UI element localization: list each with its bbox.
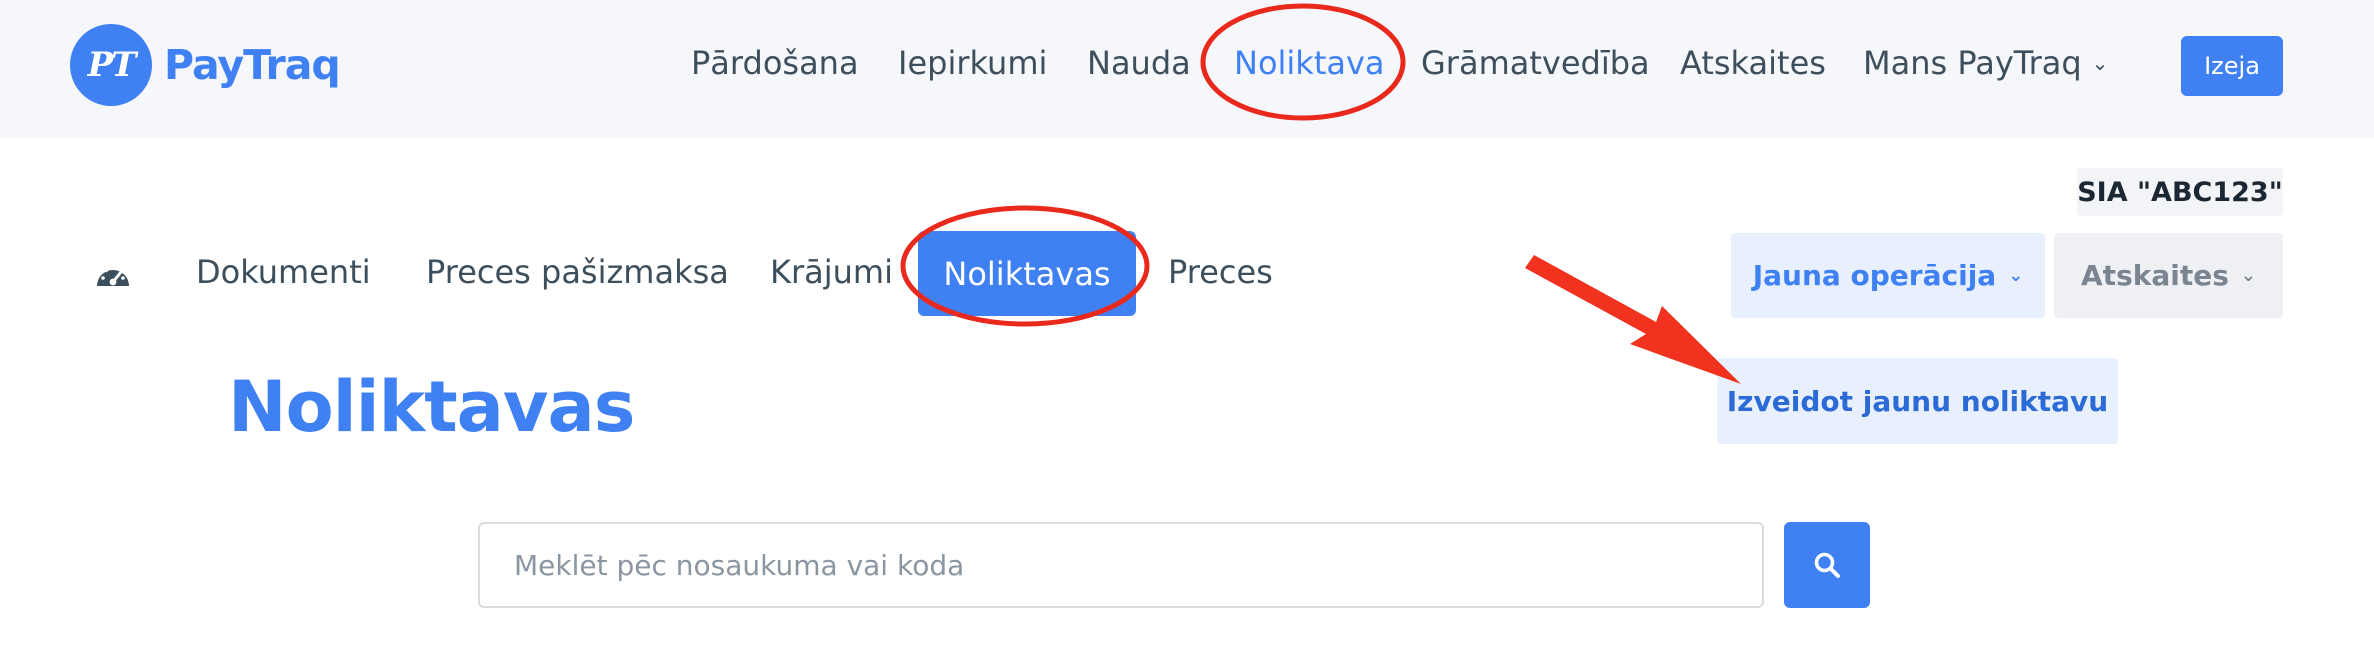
logo-mark: PT	[70, 24, 152, 106]
reports-label: Atskaites	[2081, 259, 2229, 292]
nav-item-nauda[interactable]: Nauda	[1087, 44, 1191, 82]
new-operation-label: Jauna operācija	[1752, 259, 1997, 292]
page: PT PayTraq Pārdošana Iepirkumi Nauda Nol…	[0, 0, 2374, 654]
create-warehouse-button[interactable]: Izveidot jaunu noliktavu	[1717, 358, 2118, 444]
page-title: Noliktavas	[228, 366, 635, 448]
subnav-item-preces-pasizmaksa[interactable]: Preces pašizmaksa	[426, 253, 729, 291]
annotation-arrow	[1525, 255, 1741, 384]
search-button[interactable]	[1784, 522, 1870, 608]
nav-item-atskaites[interactable]: Atskaites	[1680, 44, 1826, 82]
subnav-item-dokumenti[interactable]: Dokumenti	[196, 253, 371, 291]
search-icon	[1814, 552, 1840, 578]
reports-dropdown[interactable]: Atskaites ⌄	[2054, 233, 2283, 318]
company-badge: SIA "ABC123"	[2077, 168, 2283, 216]
subnav-item-preces[interactable]: Preces	[1168, 253, 1273, 291]
chevron-down-icon: ⌄	[2091, 51, 2109, 75]
top-navbar: PT PayTraq Pārdošana Iepirkumi Nauda Nol…	[0, 0, 2374, 138]
chevron-down-icon: ⌄	[2240, 265, 2256, 286]
nav-item-gramatvediba[interactable]: Grāmatvedība	[1421, 44, 1650, 82]
nav-item-iepirkumi[interactable]: Iepirkumi	[898, 44, 1047, 82]
exit-button[interactable]: Izeja	[2181, 36, 2283, 96]
nav-item-noliktava[interactable]: Noliktava	[1234, 44, 1385, 82]
subnav-item-krajumi[interactable]: Krājumi	[770, 253, 893, 291]
speedometer-icon[interactable]	[94, 260, 132, 290]
nav-item-pardosana[interactable]: Pārdošana	[691, 44, 859, 82]
chevron-down-icon: ⌄	[2008, 265, 2024, 286]
nav-item-mans-paytraq-label: Mans PayTraq	[1863, 44, 2082, 82]
new-operation-dropdown[interactable]: Jauna operācija ⌄	[1731, 233, 2045, 318]
subnav-item-noliktavas[interactable]: Noliktavas	[918, 231, 1136, 316]
paytraq-logo[interactable]: PT PayTraq	[70, 24, 341, 106]
nav-item-mans-paytraq[interactable]: Mans PayTraq ⌄	[1863, 44, 2108, 82]
search-input[interactable]	[478, 522, 1764, 608]
logo-text: PayTraq	[164, 41, 341, 89]
